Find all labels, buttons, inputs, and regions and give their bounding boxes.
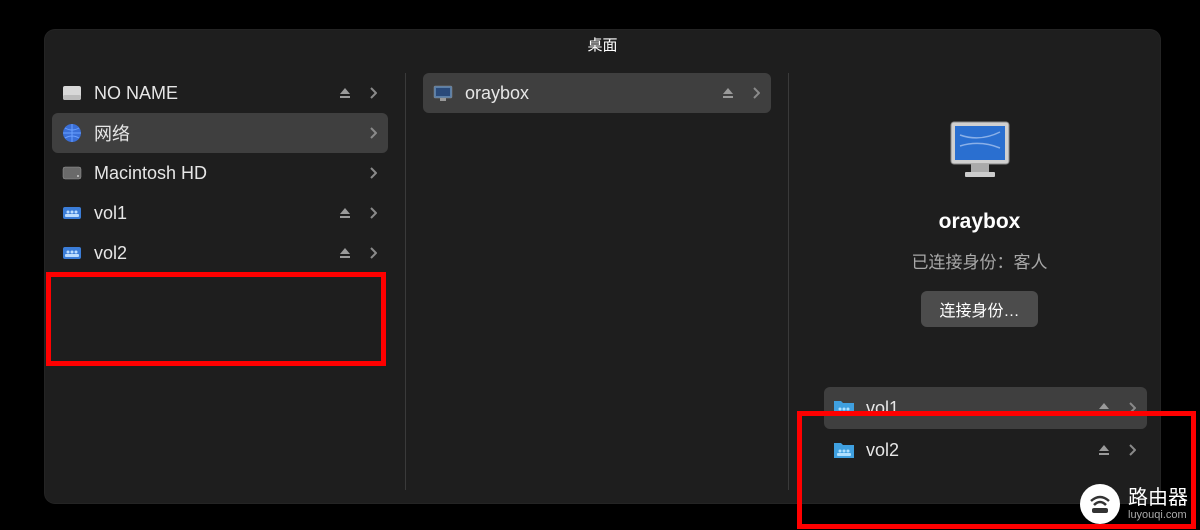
share-drive-icon [60,201,84,225]
column-devices: NO NAME 网络 [50,65,390,498]
computer-icon [431,81,455,105]
share-folder-icon [832,438,856,462]
watermark-router-icon [1080,484,1120,524]
host-label: oraybox [465,83,709,104]
finder-window: 桌面 NO NAME [45,30,1160,503]
connect-as-button[interactable]: 连接身份… [921,291,1037,327]
chevron-right-icon [368,207,378,219]
computer-large-icon [945,120,1015,180]
removable-drive-icon [60,81,84,105]
chevron-right-icon [368,247,378,259]
chevron-right-icon [368,87,378,99]
column-server-detail: oraybox 已连接身份：客人 连接身份… vol1 [804,65,1155,498]
hdd-icon [60,161,84,185]
eject-icon[interactable] [719,84,737,102]
share-label: vol2 [94,243,326,264]
column-network-hosts: oraybox [421,65,773,498]
drive-item-macintoshhd[interactable]: Macintosh HD [52,153,388,193]
drive-item-noname[interactable]: NO NAME [52,73,388,113]
device-list: NO NAME 网络 [50,65,390,281]
chevron-right-icon [368,167,378,179]
chevron-right-icon [751,87,761,99]
share-list: vol1 vol2 [804,327,1155,471]
column-divider[interactable] [788,73,789,490]
network-host-list: oraybox [421,65,773,121]
window-titlebar: 桌面 [45,30,1160,60]
watermark-title: 路由器 [1128,487,1188,509]
server-name: oraybox [939,210,1021,234]
chevron-right-icon [368,127,378,139]
share-folder-vol2[interactable]: vol2 [824,429,1147,471]
eject-icon[interactable] [1095,399,1113,417]
eject-icon[interactable] [336,244,354,262]
network-label: 网络 [94,120,358,146]
watermark: 路由器 luyouqi.com [1080,484,1188,524]
share-item-vol1[interactable]: vol1 [52,193,388,233]
drive-label: NO NAME [94,83,326,104]
network-item[interactable]: 网络 [52,113,388,153]
eject-icon[interactable] [336,204,354,222]
connection-status: 已连接身份：客人 [912,248,1048,273]
chevron-right-icon [1127,444,1137,456]
share-folder-label: vol1 [866,398,1085,419]
share-folder-vol1[interactable]: vol1 [824,387,1147,429]
share-label: vol1 [94,203,326,224]
watermark-text: 路由器 luyouqi.com [1128,487,1188,521]
server-info-panel: oraybox 已连接身份：客人 连接身份… [804,65,1155,327]
chevron-right-icon [1127,402,1137,414]
eject-icon[interactable] [336,84,354,102]
share-drive-icon [60,241,84,265]
share-item-vol2[interactable]: vol2 [52,233,388,273]
drive-label: Macintosh HD [94,163,358,184]
window-title: 桌面 [587,34,617,55]
column-divider[interactable] [405,73,406,490]
watermark-url: luyouqi.com [1128,509,1188,521]
share-folder-icon [832,396,856,420]
host-item-oraybox[interactable]: oraybox [423,73,771,113]
network-globe-icon [60,121,84,145]
annotation-highlight [46,272,386,366]
share-folder-label: vol2 [866,440,1085,461]
eject-icon[interactable] [1095,441,1113,459]
finder-columns: NO NAME 网络 [45,60,1160,503]
